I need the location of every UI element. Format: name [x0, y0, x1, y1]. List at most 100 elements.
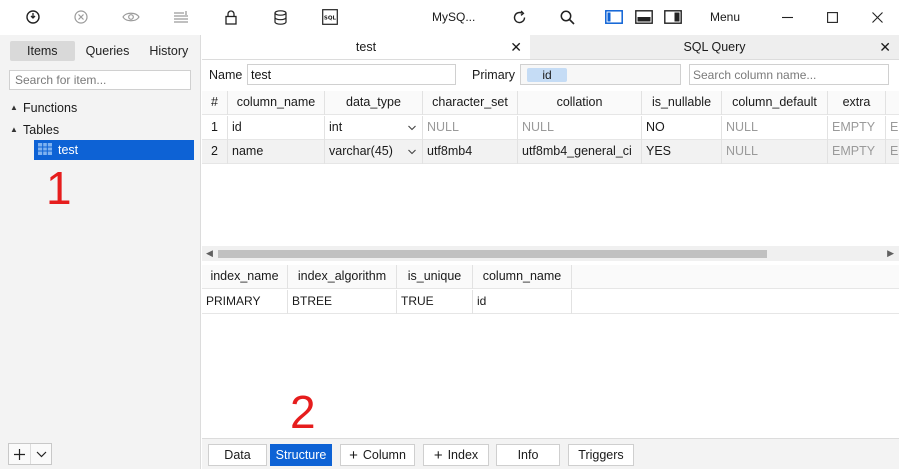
- search-items-input[interactable]: [9, 70, 191, 90]
- expand-triangle-icon[interactable]: ▲: [10, 99, 23, 117]
- sidebar-tabs: Items Queries History: [10, 41, 199, 61]
- connection-icon[interactable]: [20, 5, 46, 29]
- expand-triangle-icon[interactable]: ▲: [10, 121, 23, 139]
- add-column-button[interactable]: + Column: [340, 444, 415, 466]
- cell-data-type[interactable]: varchar(45): [325, 140, 423, 164]
- scroll-left-icon[interactable]: ◀: [206, 248, 213, 259]
- cell-column-name[interactable]: name: [228, 140, 325, 164]
- annotation-number-2: 2: [290, 386, 316, 438]
- chevron-down-icon[interactable]: [30, 444, 51, 464]
- data-button[interactable]: Data: [208, 444, 267, 466]
- minimize-icon[interactable]: [774, 5, 800, 29]
- column-header[interactable]: index_name: [202, 265, 288, 289]
- sidebar-tab-history[interactable]: History: [140, 41, 197, 61]
- columns-grid: # column_name data_type character_set co…: [202, 91, 899, 246]
- cell-column-default[interactable]: NULL: [722, 116, 828, 140]
- maximize-icon[interactable]: [819, 5, 845, 29]
- sidebar-tab-items[interactable]: Items: [10, 41, 75, 61]
- sql-icon[interactable]: SQL: [317, 5, 343, 29]
- column-header[interactable]: column_name: [228, 91, 325, 115]
- data-type-value: varchar(45): [329, 144, 393, 158]
- cell-column-name[interactable]: id: [228, 116, 325, 140]
- cell-character-set[interactable]: NULL: [423, 116, 518, 140]
- tree-label-test: test: [58, 143, 79, 157]
- column-header[interactable]: #: [202, 91, 228, 115]
- cell-extra-overflow[interactable]: EI: [886, 116, 899, 140]
- tab-test[interactable]: test ✕: [202, 35, 530, 60]
- info-button[interactable]: Info: [496, 444, 560, 466]
- scrollbar-thumb[interactable]: [218, 250, 767, 258]
- table-name-field[interactable]: [247, 64, 456, 85]
- sidebar-bottom-controls: [8, 443, 52, 465]
- row-number: 1: [202, 116, 228, 140]
- horizontal-scrollbar[interactable]: ◀ ▶: [202, 246, 899, 261]
- column-header[interactable]: extra: [828, 91, 886, 115]
- table-row[interactable]: 2 name varchar(45) utf8mb4 utf8mb4_gener…: [202, 140, 899, 164]
- column-header[interactable]: is_unique: [397, 265, 473, 289]
- tab-label: test: [355, 40, 377, 54]
- tree-label-functions: Functions: [23, 101, 78, 115]
- cell-index-algorithm[interactable]: BTREE: [288, 290, 397, 314]
- structure-button[interactable]: Structure: [270, 444, 332, 466]
- table-row[interactable]: PRIMARY BTREE TRUE id: [202, 290, 899, 314]
- toggle-right-panel-icon[interactable]: [660, 5, 686, 29]
- cell-collation[interactable]: utf8mb4_general_ci: [518, 140, 642, 164]
- column-header: [886, 91, 899, 115]
- empty-cell: [572, 290, 899, 314]
- lock-icon[interactable]: [218, 5, 244, 29]
- tab-sql-query[interactable]: SQL Query ✕: [530, 35, 899, 60]
- primary-key-chip: id: [527, 68, 567, 82]
- stop-icon[interactable]: [68, 5, 94, 29]
- chevron-down-icon[interactable]: [408, 124, 416, 132]
- tree-item-functions[interactable]: ▲ Functions: [10, 99, 77, 117]
- search-icon[interactable]: [554, 5, 580, 29]
- column-header[interactable]: data_type: [325, 91, 423, 115]
- cell-data-type[interactable]: int: [325, 116, 423, 140]
- column-header[interactable]: column_name: [473, 265, 572, 289]
- toggle-bottom-panel-icon[interactable]: [631, 5, 657, 29]
- toggle-sidebar-icon[interactable]: [601, 5, 627, 29]
- tree-item-tables[interactable]: ▲ Tables: [10, 121, 59, 139]
- plus-icon: +: [349, 447, 358, 464]
- close-window-icon[interactable]: [864, 5, 890, 29]
- cell-character-set[interactable]: utf8mb4: [423, 140, 518, 164]
- database-selector[interactable]: MySQ...: [432, 10, 475, 24]
- scroll-right-icon[interactable]: ▶: [887, 248, 894, 259]
- close-tab-icon[interactable]: ✕: [879, 35, 891, 60]
- chevron-down-icon[interactable]: [408, 148, 416, 156]
- cell-extra[interactable]: EMPTY: [828, 116, 886, 140]
- format-icon[interactable]: [168, 5, 194, 29]
- cell-index-column-name[interactable]: id: [473, 290, 572, 314]
- tree-item-table-test[interactable]: test: [34, 140, 194, 160]
- cell-column-default[interactable]: NULL: [722, 140, 828, 164]
- add-index-button[interactable]: + Index: [423, 444, 489, 466]
- column-header[interactable]: column_default: [722, 91, 828, 115]
- add-column-label: Column: [362, 448, 406, 462]
- primary-key-field[interactable]: id: [520, 64, 681, 85]
- column-header[interactable]: index_algorithm: [288, 265, 397, 289]
- sidebar-tab-queries[interactable]: Queries: [77, 41, 139, 61]
- sidebar: Items Queries History ▲ Functions ▲ Tabl…: [0, 35, 201, 469]
- cell-index-name[interactable]: PRIMARY: [202, 290, 288, 314]
- cell-is-nullable[interactable]: YES: [642, 140, 722, 164]
- primary-label: Primary: [472, 68, 516, 82]
- cell-extra-overflow[interactable]: EI: [886, 140, 899, 164]
- search-column-input[interactable]: [689, 64, 889, 85]
- columns-header-row: # column_name data_type character_set co…: [202, 91, 899, 115]
- triggers-button[interactable]: Triggers: [568, 444, 634, 466]
- cell-is-unique[interactable]: TRUE: [397, 290, 473, 314]
- database-icon[interactable]: [267, 5, 293, 29]
- cell-collation[interactable]: NULL: [518, 116, 642, 140]
- refresh-icon[interactable]: [506, 5, 532, 29]
- preview-eye-icon[interactable]: [118, 5, 144, 29]
- cell-is-nullable[interactable]: NO: [642, 116, 722, 140]
- cell-extra[interactable]: EMPTY: [828, 140, 886, 164]
- column-header[interactable]: character_set: [423, 91, 518, 115]
- close-tab-icon[interactable]: ✕: [510, 35, 522, 60]
- data-type-value: int: [329, 120, 343, 134]
- table-row[interactable]: 1 id int NULL NULL NO NULL EMPTY EI: [202, 116, 899, 140]
- column-header[interactable]: collation: [518, 91, 642, 115]
- column-header[interactable]: is_nullable: [642, 91, 722, 115]
- add-item-button[interactable]: [9, 444, 30, 464]
- menu-button[interactable]: Menu: [710, 10, 740, 24]
